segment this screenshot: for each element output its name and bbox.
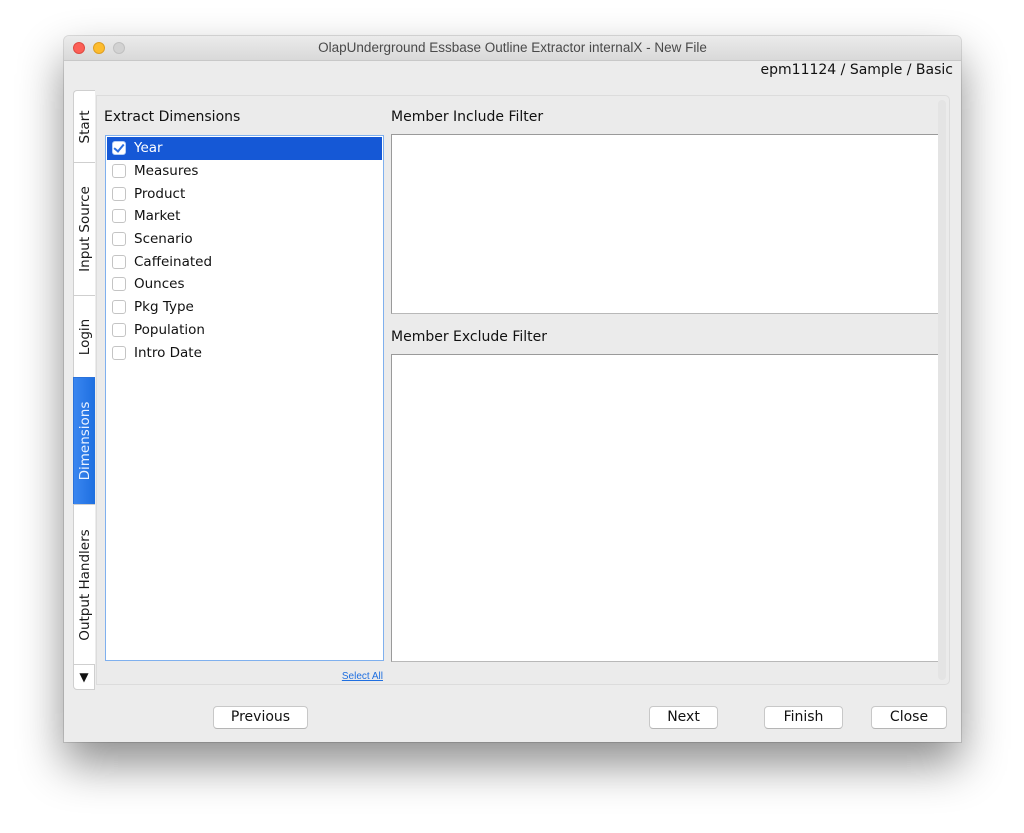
panel-scrollbar[interactable] — [938, 100, 946, 680]
tab-label: Output Handlers — [76, 528, 93, 641]
dimension-list[interactable]: Year Measures Product Market Scenario Ca… — [105, 135, 384, 661]
window-title: OlapUnderground Essbase Outline Extracto… — [318, 40, 707, 55]
checkbox-icon[interactable] — [112, 254, 126, 269]
checkbox-icon[interactable] — [112, 209, 126, 224]
tab-label: Dimensions — [76, 401, 93, 481]
checkbox-icon[interactable] — [112, 300, 126, 315]
dimension-label: Product — [134, 185, 186, 202]
dimension-label: Pkg Type — [134, 299, 194, 316]
dimension-item-caffeinated[interactable]: Caffeinated — [107, 250, 382, 273]
checkbox-icon[interactable] — [112, 232, 126, 247]
dimension-label: Population — [134, 321, 205, 338]
tab-label: Start — [76, 110, 93, 143]
dimension-item-population[interactable]: Population — [107, 319, 382, 342]
checkbox-icon[interactable] — [112, 164, 126, 179]
dimension-item-year[interactable]: Year — [107, 137, 382, 160]
window-maximize-button[interactable] — [113, 42, 125, 54]
window-minimize-button[interactable] — [93, 42, 105, 54]
tab-label: Login — [76, 318, 93, 355]
exclude-filter-textarea[interactable] — [391, 354, 940, 662]
tab-dimensions[interactable]: Dimensions — [73, 377, 95, 505]
checkbox-checked-icon[interactable] — [112, 141, 126, 156]
close-button[interactable]: Close — [871, 706, 947, 729]
checkbox-icon[interactable] — [112, 345, 126, 360]
dimension-item-intro-date[interactable]: Intro Date — [107, 341, 382, 364]
dimension-label: Year — [134, 140, 163, 157]
dimension-item-market[interactable]: Market — [107, 205, 382, 228]
dimension-label: Market — [134, 208, 181, 225]
finish-button[interactable]: Finish — [764, 706, 843, 729]
tab-label: Input Source — [76, 186, 93, 272]
dimension-label: Scenario — [134, 231, 193, 248]
dimension-label: Intro Date — [134, 344, 202, 361]
include-filter-label: Member Include Filter — [391, 109, 544, 125]
next-button[interactable]: Next — [649, 706, 718, 729]
checkbox-icon[interactable] — [112, 277, 126, 292]
previous-button[interactable]: Previous — [213, 706, 308, 729]
tab-output-handlers[interactable]: Output Handlers — [73, 504, 95, 665]
dimension-item-scenario[interactable]: Scenario — [107, 228, 382, 251]
extract-dimensions-label: Extract Dimensions — [104, 109, 241, 125]
dimension-item-product[interactable]: Product — [107, 182, 382, 205]
dimension-label: Ounces — [134, 276, 185, 293]
tab-start[interactable]: Start — [73, 90, 95, 163]
dimension-label: Measures — [134, 163, 199, 180]
dimensions-panel: Extract Dimensions Year Measures Product… — [96, 95, 950, 685]
tab-input-source[interactable]: Input Source — [73, 162, 95, 296]
tab-login[interactable]: Login — [73, 295, 95, 378]
app-window: OlapUnderground Essbase Outline Extracto… — [64, 36, 961, 742]
checkbox-icon[interactable] — [112, 186, 126, 201]
connection-path-label: epm11124 / Sample / Basic — [760, 62, 953, 78]
exclude-filter-label: Member Exclude Filter — [391, 329, 548, 345]
include-filter-textarea[interactable] — [391, 134, 940, 314]
dimension-item-ounces[interactable]: Ounces — [107, 273, 382, 296]
dimension-item-measures[interactable]: Measures — [107, 160, 382, 183]
tab-scroll-down-icon[interactable]: ▼ — [73, 664, 95, 690]
window-close-button[interactable] — [73, 42, 85, 54]
dimension-label: Caffeinated — [134, 253, 213, 270]
dimension-item-pkg-type[interactable]: Pkg Type — [107, 296, 382, 319]
checkbox-icon[interactable] — [112, 322, 126, 337]
title-bar[interactable]: OlapUnderground Essbase Outline Extracto… — [64, 36, 961, 61]
select-all-link[interactable]: Select All — [342, 671, 383, 682]
